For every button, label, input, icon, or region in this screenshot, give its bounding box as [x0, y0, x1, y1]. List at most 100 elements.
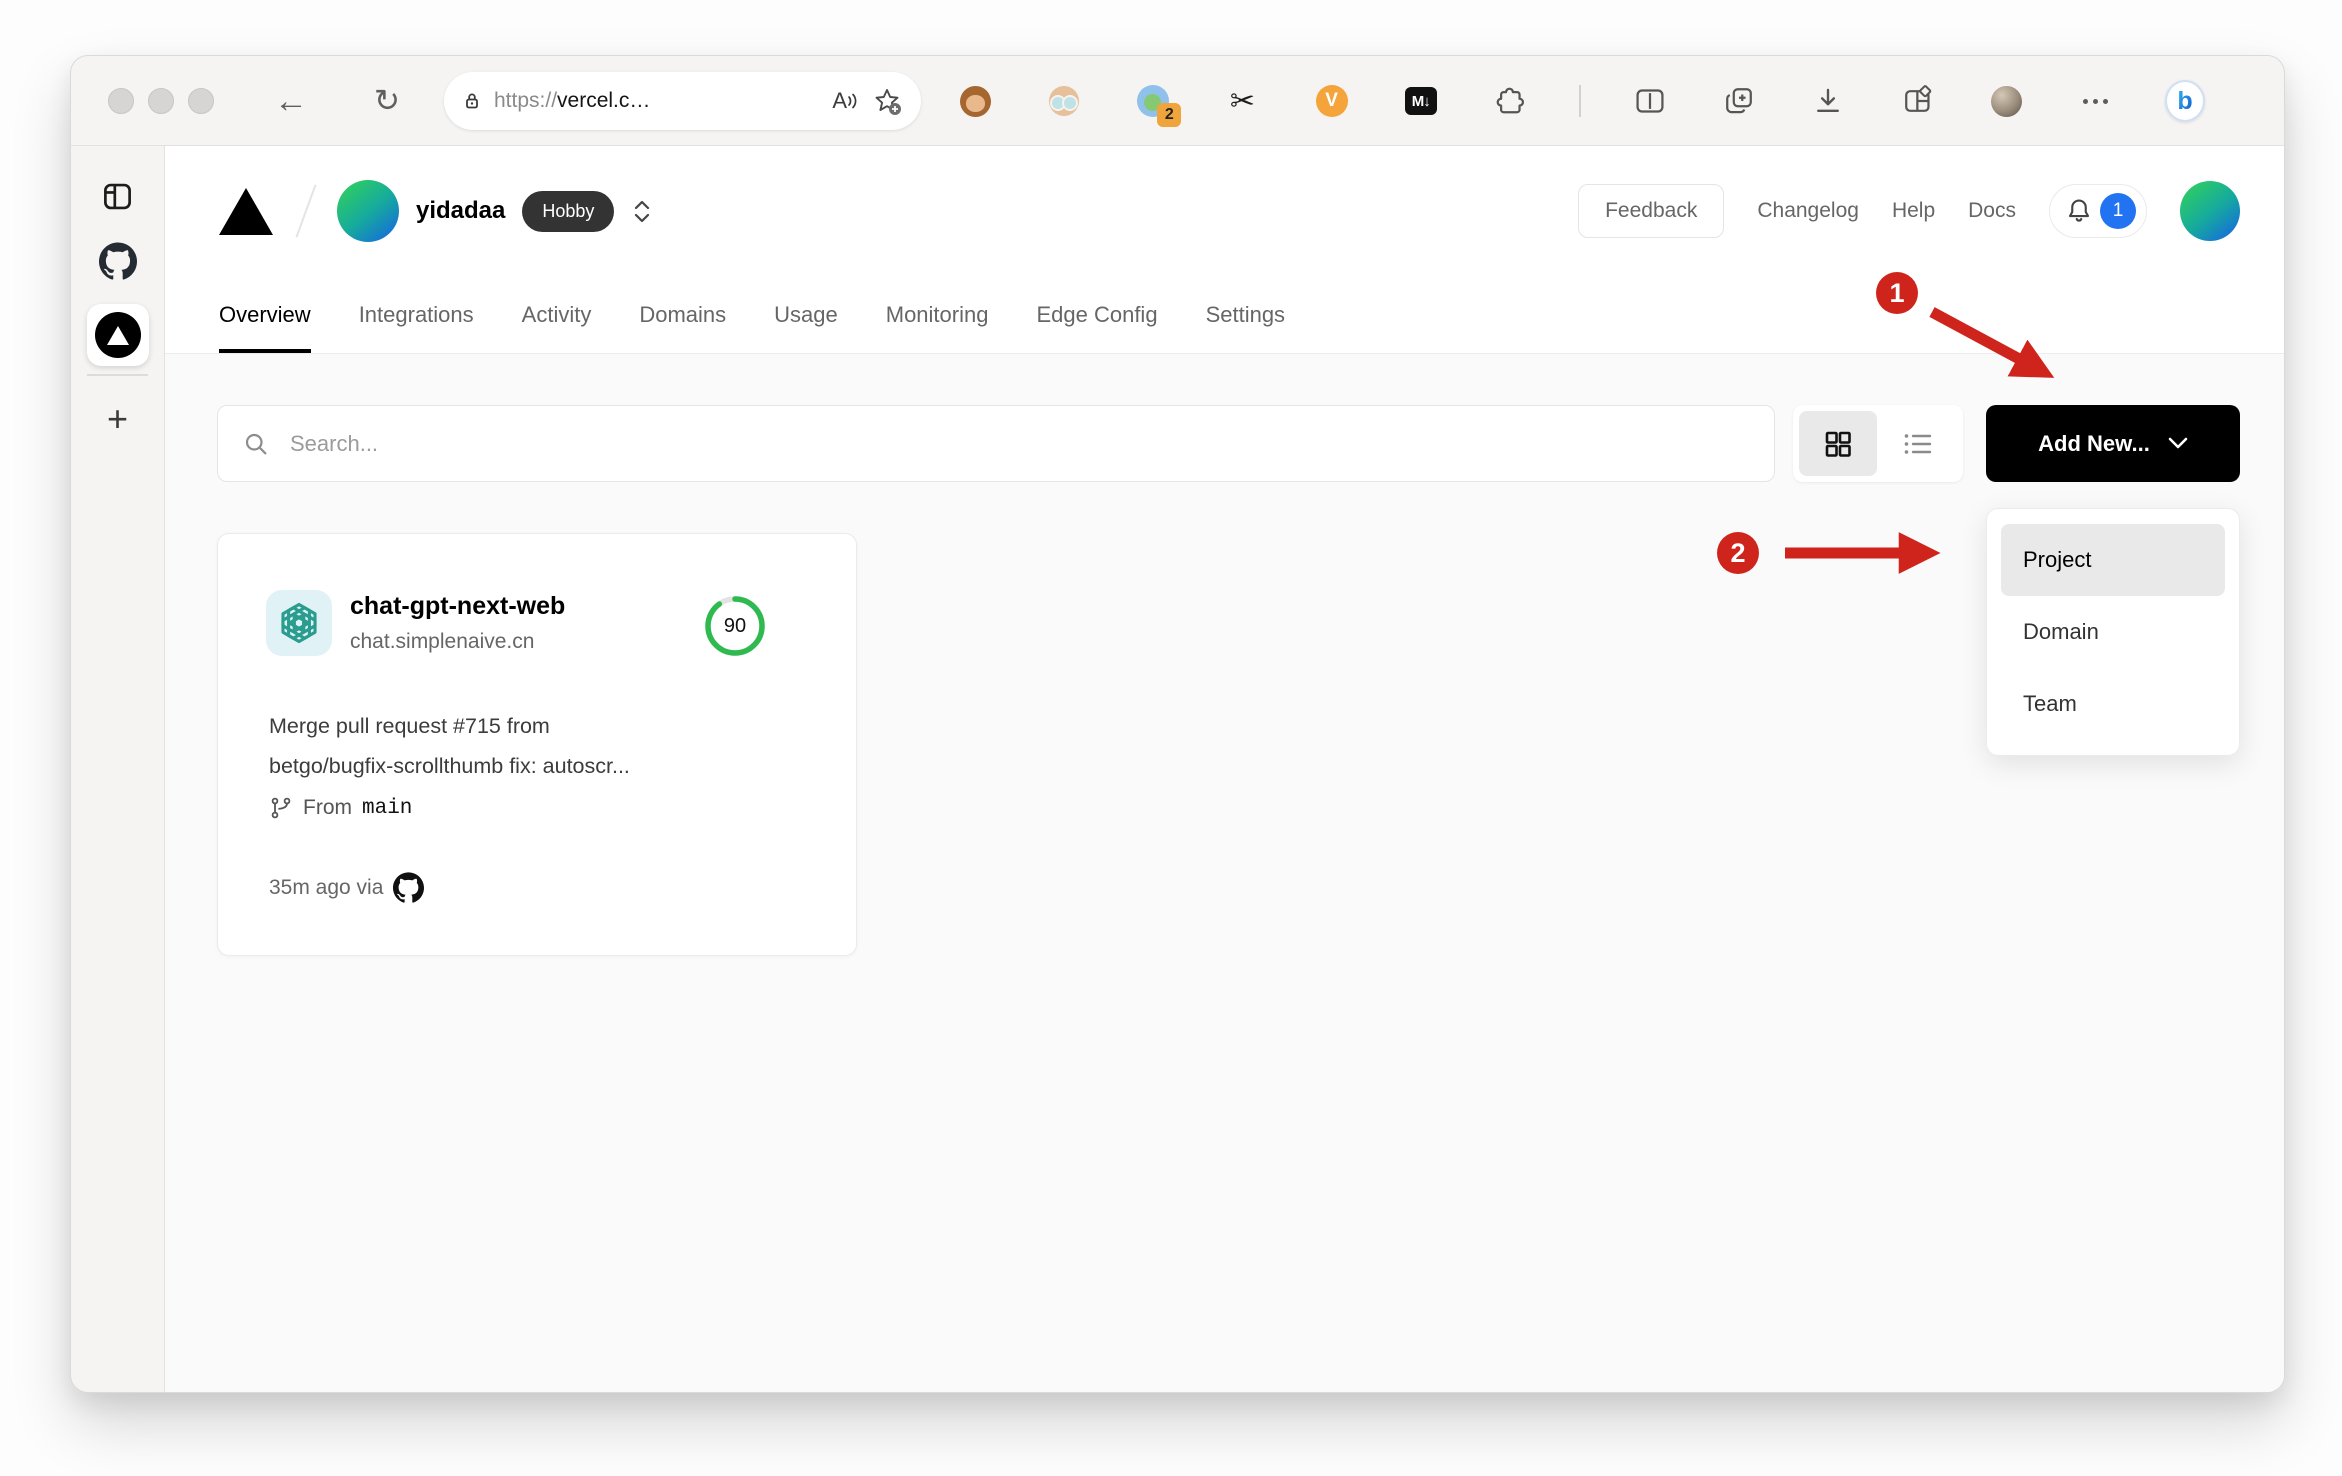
user-avatar[interactable] — [2180, 181, 2240, 241]
git-branch-icon — [271, 797, 291, 819]
face-extension-button[interactable] — [1044, 81, 1084, 121]
more-options-button[interactable] — [2076, 81, 2116, 121]
scissors-icon: ✂ — [1229, 83, 1255, 119]
extensions-puzzle-icon — [1496, 87, 1524, 114]
dropdown-item-project[interactable]: Project — [2001, 524, 2225, 596]
deployment-meta: 35m ago via — [269, 872, 425, 903]
monkey-extension-button[interactable] — [955, 81, 995, 121]
badged-extension-button[interactable]: 2 — [1133, 81, 1182, 127]
search-input[interactable] — [288, 429, 1750, 458]
commit-line-2: betgo/bugfix-scrollthumb fix: autoscr... — [269, 754, 630, 778]
download-icon — [1817, 88, 1840, 112]
reload-button[interactable]: ↻ — [363, 56, 411, 146]
downloads-button[interactable] — [1808, 81, 1848, 121]
sidebar-github-button[interactable] — [71, 242, 164, 280]
add-favorite-button[interactable] — [871, 85, 903, 117]
project-name[interactable]: chat-gpt-next-web — [350, 592, 565, 621]
plus-icon: + — [106, 398, 129, 439]
back-button[interactable]: ← — [267, 56, 315, 146]
github-icon — [393, 872, 425, 903]
project-favicon-tile — [266, 590, 332, 656]
project-search — [217, 405, 1775, 482]
project-card[interactable]: chat-gpt-next-web chat.simplenaive.cn 90 — [217, 533, 857, 956]
extensions-row: 2 ✂ V M↓ b — [955, 76, 2205, 127]
v-extension-button[interactable]: V — [1312, 81, 1352, 121]
browser-essentials-icon — [1904, 85, 1931, 112]
team-name: yidadaa — [416, 197, 506, 224]
deployed-time: 35m ago via — [269, 875, 384, 899]
tab-monitoring[interactable]: Monitoring — [886, 276, 989, 353]
svg-text:b: b — [2177, 87, 2192, 115]
commit-message: Merge pull request #715 from betgo/bugfi… — [269, 706, 829, 786]
tab-edge-config[interactable]: Edge Config — [1036, 276, 1157, 353]
grid-view-button[interactable] — [1799, 411, 1877, 476]
dropdown-item-team[interactable]: Team — [2001, 668, 2225, 740]
tab-overview[interactable]: Overview — [219, 276, 311, 353]
notification-count-badge: 1 — [2100, 193, 2136, 229]
chevron-down-icon — [2168, 437, 2188, 449]
traffic-zoom-button[interactable] — [188, 88, 214, 114]
add-new-dropdown: Project Domain Team — [1986, 508, 2240, 756]
v-extension-icon: V — [1315, 85, 1348, 117]
vercel-header: yidadaa Hobby Feedback Changelog Help Do… — [165, 146, 2284, 276]
list-view-button[interactable] — [1879, 411, 1957, 476]
add-new-button[interactable]: Add New... — [1986, 405, 2240, 482]
dropdown-item-domain[interactable]: Domain — [2001, 596, 2225, 668]
sidebar-add-button[interactable]: + — [71, 398, 164, 440]
reader-mode-button[interactable]: A — [832, 88, 859, 114]
split-screen-button[interactable] — [1630, 81, 1670, 121]
markdown-extension-button[interactable]: M↓ — [1401, 81, 1441, 121]
browser-profile-button[interactable] — [1987, 81, 2027, 121]
lighthouse-score-ring: 90 — [703, 594, 767, 658]
notifications-button[interactable]: 1 — [2049, 184, 2147, 238]
traffic-close-button[interactable] — [108, 88, 134, 114]
github-icon — [98, 242, 137, 280]
commit-line-1: Merge pull request #715 from — [269, 714, 550, 738]
breadcrumb-slash — [295, 184, 317, 238]
browser-essentials-button[interactable] — [1898, 81, 1938, 121]
face-extension-icon — [1049, 86, 1080, 116]
collections-button[interactable] — [1719, 81, 1759, 121]
scope-switcher[interactable] — [634, 200, 650, 223]
sidebar-divider — [87, 374, 148, 376]
back-arrow-icon: ← — [274, 81, 308, 120]
traffic-minimize-button[interactable] — [148, 88, 174, 114]
vercel-page: yidadaa Hobby Feedback Changelog Help Do… — [164, 146, 2284, 1392]
branch-prefix: From — [303, 796, 352, 819]
markdown-extension-icon: M↓ — [1404, 87, 1437, 115]
side-panel-icon — [104, 183, 131, 210]
sidebar-vercel-tab[interactable] — [71, 304, 164, 366]
window-controls — [108, 88, 214, 114]
url-host: vercel.c… — [557, 89, 651, 112]
lock-icon — [466, 93, 478, 109]
reader-mode-icon: A — [832, 88, 847, 113]
reader-sound-waves-icon — [848, 93, 857, 109]
search-icon — [245, 433, 267, 454]
score-value: 90 — [723, 614, 747, 637]
address-bar[interactable]: https://vercel.c… A — [444, 72, 921, 130]
help-link[interactable]: Help — [1892, 199, 1935, 223]
reload-icon: ↻ — [374, 83, 400, 118]
clipper-extension-button[interactable]: ✂ — [1222, 81, 1262, 121]
extensions-menu-button[interactable] — [1490, 81, 1530, 121]
tab-integrations[interactable]: Integrations — [359, 276, 474, 353]
tab-domains[interactable]: Domains — [639, 276, 726, 353]
dashboard-tabs: Overview Integrations Activity Domains U… — [165, 276, 2284, 353]
dashboard-content: Add New... Project Domain Team — [165, 353, 2284, 1392]
project-domain[interactable]: chat.simplenaive.cn — [350, 630, 565, 654]
vercel-site-icon — [86, 304, 149, 366]
bing-chat-button[interactable]: b — [2164, 80, 2205, 122]
url-scheme: https:// — [494, 89, 558, 112]
feedback-button[interactable]: Feedback — [1578, 184, 1725, 238]
sidebar-panel-button[interactable] — [71, 179, 164, 214]
profile-avatar — [1991, 85, 2023, 117]
tab-settings[interactable]: Settings — [1206, 276, 1286, 353]
tab-usage[interactable]: Usage — [774, 276, 838, 353]
url-text[interactable]: https://vercel.c… — [494, 89, 820, 113]
changelog-link[interactable]: Changelog — [1757, 199, 1859, 223]
add-new-label: Add New... — [2038, 430, 2150, 456]
docs-link[interactable]: Docs — [1968, 199, 2016, 223]
plan-badge: Hobby — [522, 190, 615, 232]
tab-activity[interactable]: Activity — [522, 276, 592, 353]
openai-logo-icon — [281, 602, 317, 644]
